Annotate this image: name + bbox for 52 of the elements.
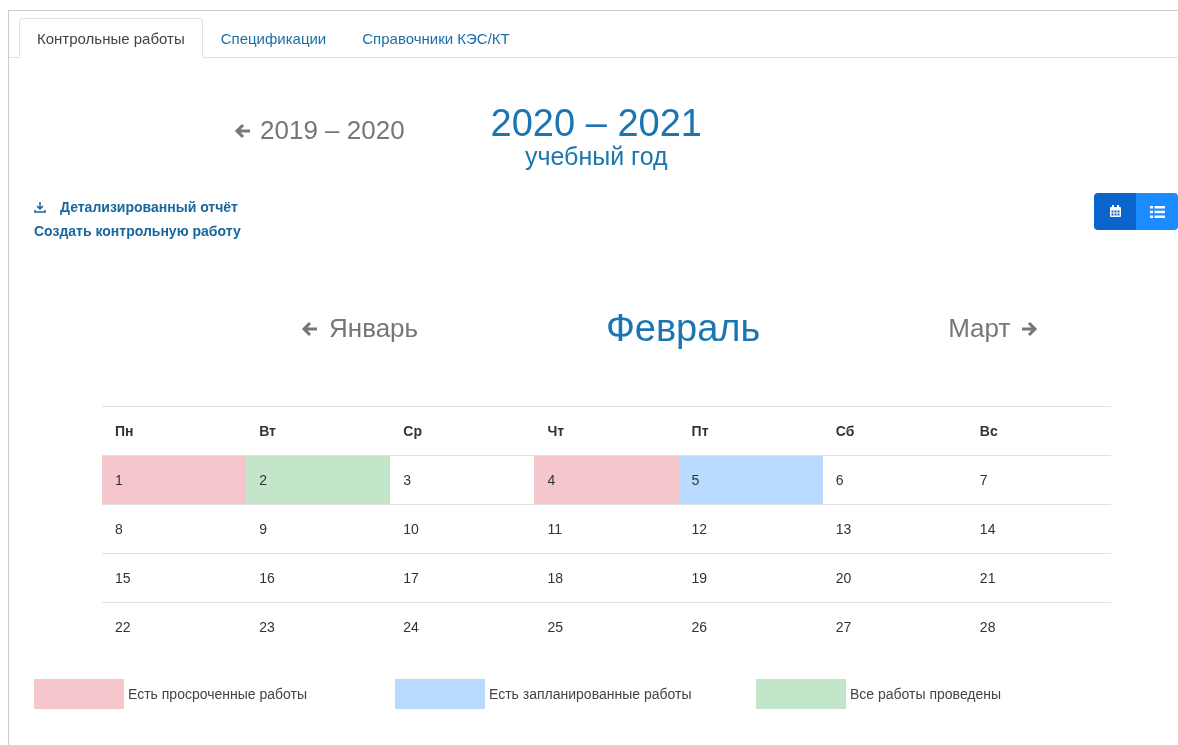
day-cell[interactable]: 21 bbox=[966, 553, 1111, 603]
arrow-left-icon bbox=[301, 320, 319, 337]
current-year: 2020 – 2021 bbox=[490, 103, 702, 143]
arrow-left-icon bbox=[234, 122, 252, 139]
day-cell[interactable]: 23 bbox=[246, 602, 391, 651]
weekday-header: Вс bbox=[966, 406, 1111, 456]
day-cell[interactable]: 10 bbox=[390, 504, 535, 554]
download-icon bbox=[34, 201, 46, 213]
weekday-header: Сб bbox=[822, 406, 967, 456]
day-cell[interactable]: 1 bbox=[102, 455, 247, 505]
tab[interactable]: Спецификации bbox=[202, 18, 345, 58]
previous-month-link[interactable]: Январь bbox=[301, 313, 419, 344]
arrow-right-icon bbox=[1020, 320, 1039, 337]
day-cell[interactable]: 15 bbox=[102, 553, 247, 603]
day-cell[interactable]: 6 bbox=[822, 455, 967, 505]
legend-label: Есть запланированные работы bbox=[489, 686, 692, 702]
day-cell[interactable]: 4 bbox=[534, 455, 679, 505]
day-cell[interactable]: 26 bbox=[678, 602, 823, 651]
list-icon bbox=[1149, 205, 1165, 218]
day-cell[interactable]: 8 bbox=[102, 504, 247, 554]
day-cell[interactable]: 7 bbox=[966, 455, 1111, 505]
list-view-button[interactable] bbox=[1136, 193, 1178, 230]
day-cell[interactable]: 28 bbox=[966, 602, 1111, 651]
current-month: Февраль bbox=[604, 307, 762, 350]
day-cell[interactable]: 27 bbox=[822, 602, 967, 651]
day-cell[interactable]: 12 bbox=[678, 504, 823, 554]
day-cell[interactable]: 17 bbox=[390, 553, 535, 603]
day-cell[interactable]: 20 bbox=[822, 553, 967, 603]
day-cell[interactable]: 13 bbox=[822, 504, 967, 554]
year-caption: учебный год bbox=[524, 143, 668, 169]
day-cell[interactable]: 14 bbox=[966, 504, 1111, 554]
next-month-link[interactable]: Март bbox=[948, 313, 1039, 344]
calendar-view-button[interactable] bbox=[1094, 193, 1136, 230]
day-cell[interactable]: 5 bbox=[678, 455, 823, 505]
tab[interactable]: Контрольные работы bbox=[19, 18, 203, 58]
weekday-header: Ср bbox=[390, 406, 535, 456]
tab[interactable]: Справочники КЭС/КТ bbox=[344, 18, 528, 58]
calendar-icon bbox=[1108, 205, 1122, 218]
legend-label: Есть просроченные работы bbox=[128, 686, 308, 702]
day-cell[interactable]: 2 bbox=[246, 455, 391, 505]
day-cell[interactable]: 16 bbox=[246, 553, 391, 603]
day-cell[interactable]: 9 bbox=[246, 504, 391, 554]
day-cell[interactable]: 18 bbox=[534, 553, 679, 603]
action-link[interactable]: Создать контрольную работу bbox=[34, 223, 241, 239]
day-cell[interactable]: 25 bbox=[534, 602, 679, 651]
previous-year-link[interactable]: 2019 – 2020 bbox=[234, 115, 405, 146]
day-cell[interactable]: 22 bbox=[102, 602, 247, 651]
day-cell[interactable]: 11 bbox=[534, 504, 679, 554]
action-link[interactable]: Детализированный отчёт bbox=[34, 199, 241, 215]
legend-label: Все работы проведены bbox=[850, 686, 1002, 702]
day-cell[interactable]: 19 bbox=[678, 553, 823, 603]
day-cell[interactable]: 24 bbox=[390, 602, 535, 651]
